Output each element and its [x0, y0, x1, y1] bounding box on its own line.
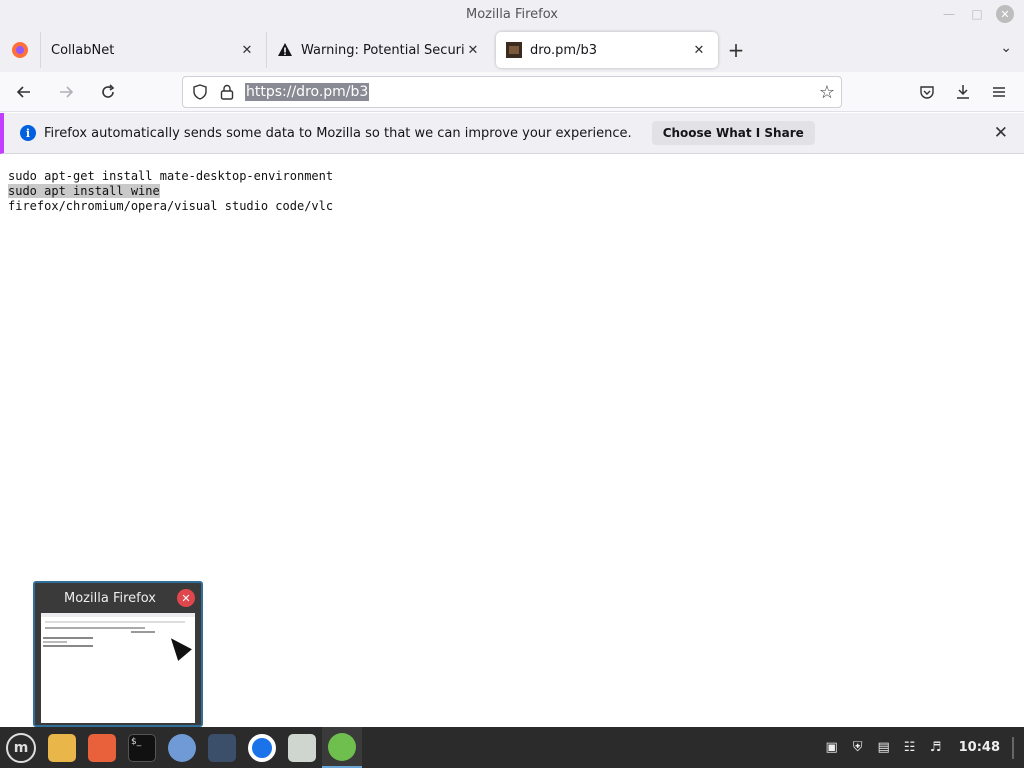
tab-strip: CollabNet ✕ Warning: Potential Security … [0, 28, 1024, 72]
pocket-icon [920, 86, 934, 99]
reload-button[interactable] [90, 76, 126, 108]
tab-label: CollabNet [51, 42, 115, 58]
tab-close-icon[interactable]: ✕ [464, 43, 482, 58]
window-title: Mozilla Firefox [466, 6, 558, 22]
window-controls: — □ ✕ [940, 5, 1014, 23]
shield-icon [193, 84, 207, 100]
window-titlebar: Mozilla Firefox — □ ✕ [0, 0, 1024, 28]
selected-text: sudo apt install wine [8, 184, 160, 198]
taskbar-chromium[interactable] [162, 727, 202, 768]
hamburger-menu-icon [993, 87, 1005, 97]
chrome-icon [248, 733, 276, 762]
thumb-line [43, 641, 67, 643]
tab-list-chevron-icon[interactable]: ⌄ [1000, 40, 1012, 56]
thumb-line [45, 621, 185, 623]
thumb-toolbar [41, 613, 195, 617]
thumb-line [45, 627, 145, 629]
taskbar-firefox[interactable] [82, 727, 122, 768]
tab-label: dro.pm/b3 [530, 42, 597, 58]
forward-arrow-icon [60, 85, 74, 98]
chromium-icon [168, 733, 196, 762]
firefox-icon [12, 42, 28, 58]
back-button[interactable] [6, 76, 42, 108]
warning-icon [278, 43, 292, 56]
taskbar-calculator[interactable] [322, 727, 362, 768]
taskbar-files[interactable] [42, 727, 82, 768]
toolbar-right [912, 76, 1014, 108]
thumb-line [43, 645, 93, 647]
url-text[interactable]: https://dro.pm/b3 [245, 83, 370, 101]
notification-close-icon[interactable]: ✕ [994, 123, 1008, 143]
tab-label: Warning: Potential Security Risk Ahead [301, 42, 464, 58]
forward-button[interactable] [48, 76, 84, 108]
reload-icon [102, 83, 115, 98]
linux-mint-logo-icon: m [6, 732, 36, 763]
text-line-selected: sudo apt install wine [8, 184, 1016, 199]
firefox-icon [88, 733, 116, 762]
text-line: sudo apt-get install mate-desktop-enviro… [8, 169, 334, 183]
tab-close-icon[interactable]: ✕ [690, 43, 708, 58]
address-bar[interactable]: https://dro.pm/b3 ☆ [182, 76, 842, 108]
taskbar-chess[interactable] [202, 727, 242, 768]
taskbar-terminal[interactable]: $_ [122, 727, 162, 768]
preview-close-icon[interactable]: ✕ [177, 589, 195, 607]
shield-security-icon[interactable]: ⛨ [849, 739, 867, 757]
taskbar-chrome[interactable] [242, 727, 282, 768]
taskbar: m $_ ▣ ⛨ ▤ ☷ ♬ 10:48 [0, 727, 1024, 768]
volume-icon[interactable]: ♬ [927, 739, 945, 757]
files-icon [48, 733, 76, 762]
preview-thumbnail[interactable] [41, 613, 195, 723]
clipboard-icon[interactable]: ▤ [875, 739, 893, 757]
thumb-line [131, 631, 155, 633]
terminal-icon: $_ [128, 733, 156, 762]
tab-security-warning[interactable]: Warning: Potential Security Risk Ahead ✕ [266, 32, 492, 68]
back-arrow-icon [16, 85, 30, 98]
new-tab-button[interactable]: + [718, 32, 754, 68]
maximize-icon[interactable]: □ [968, 5, 986, 23]
taskbar-settings[interactable] [282, 727, 322, 768]
text-line: firefox/chromium/opera/visual studio cod… [8, 199, 334, 213]
data-collection-notification: i Firefox automatically sends some data … [0, 113, 1024, 154]
pocket-button[interactable] [912, 76, 942, 108]
system-tray: ▣ ⛨ ▤ ☷ ♬ 10:48 [823, 727, 1014, 768]
download-icon [957, 85, 969, 99]
calculator-icon [328, 732, 356, 761]
update-manager-icon[interactable]: ▣ [823, 739, 841, 757]
clock[interactable]: 10:48 [959, 740, 1000, 755]
network-icon[interactable]: ☷ [901, 739, 919, 757]
padlock-icon [220, 84, 234, 100]
navigation-toolbar: https://dro.pm/b3 ☆ [0, 72, 1024, 112]
lock-icon[interactable] [215, 84, 239, 100]
start-menu-button[interactable]: m [0, 727, 42, 768]
minimize-icon[interactable]: — [940, 5, 958, 23]
settings-icon [288, 733, 316, 762]
window-close-icon[interactable]: ✕ [996, 5, 1014, 23]
tab-close-icon[interactable]: ✕ [238, 43, 256, 58]
downloads-button[interactable] [948, 76, 978, 108]
firefox-view-tab[interactable] [0, 32, 40, 68]
notification-message: Firefox automatically sends some data to… [44, 125, 632, 141]
preview-title: Mozilla Firefox [64, 591, 156, 606]
tab-dro-pm[interactable]: dro.pm/b3 ✕ [496, 32, 718, 68]
tab-collabnet[interactable]: CollabNet ✕ [40, 32, 266, 68]
choose-what-i-share-button[interactable]: Choose What I Share [651, 121, 815, 145]
plus-icon: + [727, 38, 745, 62]
tracking-protection-shield-icon[interactable] [185, 84, 215, 100]
chess-icon [208, 733, 236, 762]
show-desktop-button[interactable] [1012, 736, 1014, 759]
app-menu-button[interactable] [984, 76, 1014, 108]
thumb-line [43, 637, 93, 639]
bookmark-star-icon[interactable]: ☆ [819, 82, 835, 103]
info-icon: i [20, 125, 36, 141]
site-favicon-icon [506, 42, 522, 58]
